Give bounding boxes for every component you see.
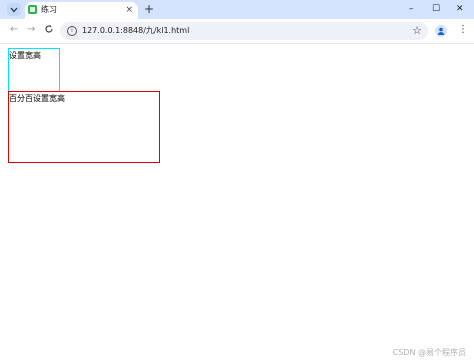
tab-search-button[interactable] [7,3,21,16]
favicon-icon [28,5,37,14]
chevron-down-icon [10,7,18,12]
bookmark-star-icon[interactable]: ☆ [412,24,422,37]
profile-avatar-icon[interactable] [435,25,447,37]
percent-size-box: 百分百设置宽高 [8,91,160,163]
box2-text: 百分百设置宽高 [9,94,65,103]
minimize-button[interactable]: – [409,3,414,15]
reload-button[interactable] [44,24,54,38]
address-bar[interactable]: i 127.0.0.1:8848/九/kl1.html ☆ [60,22,428,40]
new-tab-button[interactable]: + [144,2,154,16]
site-info-icon[interactable]: i [67,26,77,36]
tab-title: 练习 [41,5,57,14]
box1-text: 设置宽高 [9,51,41,60]
menu-icon[interactable]: ⋮ [458,24,468,36]
browser-window: 练习 × + – ☐ ✕ ← → i 127.0.0.1:8848/九/kl1.… [0,0,474,362]
maximize-button[interactable]: ☐ [432,3,440,15]
toolbar: ← → i 127.0.0.1:8848/九/kl1.html ☆ ⋮ [0,19,474,44]
forward-button[interactable]: → [27,24,35,36]
back-button[interactable]: ← [10,24,18,36]
tab-close-icon[interactable]: × [125,5,133,15]
close-window-button[interactable]: ✕ [456,3,464,15]
watermark-text: CSDN @易个程序员 [392,348,466,357]
reload-icon [45,25,53,33]
fixed-size-box: 设置宽高 [8,48,60,92]
page-viewport: 设置宽高 百分百设置宽高 [0,44,474,362]
url-text[interactable]: 127.0.0.1:8848/九/kl1.html [82,26,189,36]
tab-active[interactable]: 练习 × [25,2,138,19]
tab-strip: 练习 × + – ☐ ✕ [0,0,474,19]
